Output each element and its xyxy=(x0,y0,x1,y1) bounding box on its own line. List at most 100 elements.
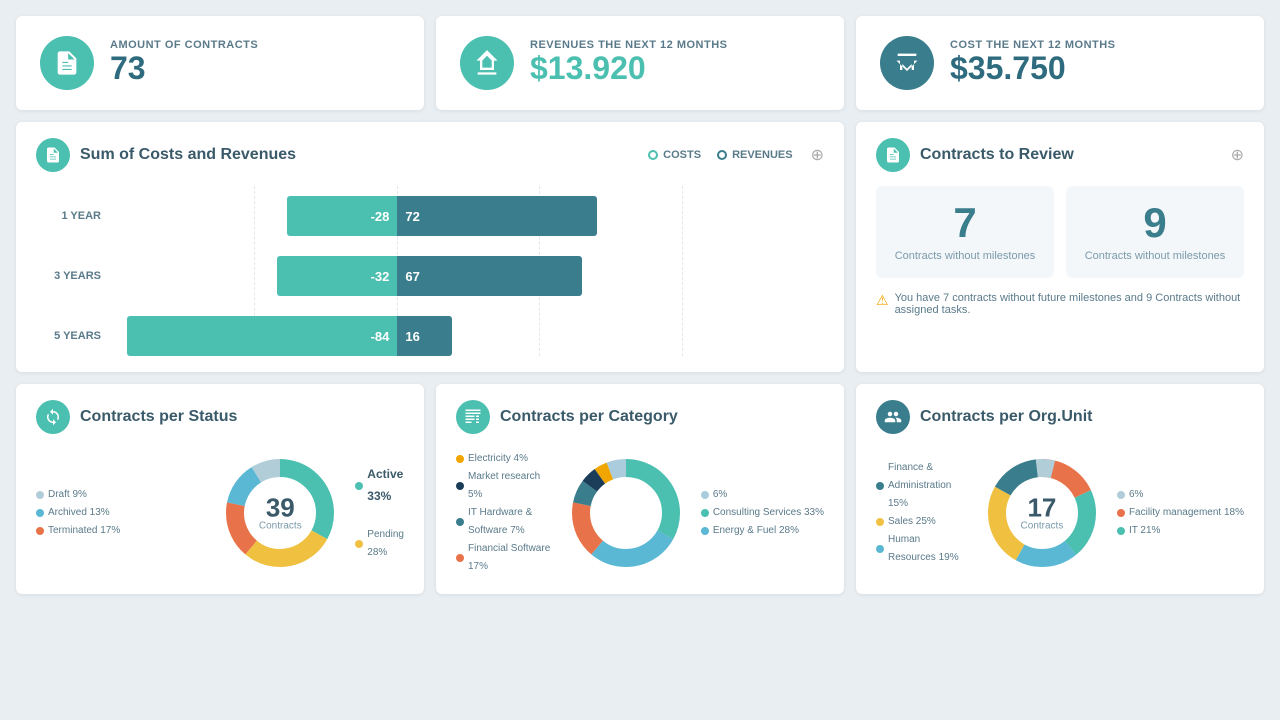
cat-other: 6% xyxy=(701,486,824,504)
review-num-9: 9 xyxy=(1082,202,1228,244)
bar-track-1year: -28 72 xyxy=(113,196,824,236)
status-center-label: Contracts xyxy=(259,521,302,532)
category-header: Contracts per Category xyxy=(456,400,824,434)
contracts-category-card: Contracts per Category Electricity 4% Ma… xyxy=(436,384,844,594)
org-facility: Facility management 18% xyxy=(1117,504,1244,522)
status-legend-pending: Pending28% xyxy=(355,526,404,562)
finance-dot xyxy=(876,482,884,490)
org-donut-center: 17 Contracts xyxy=(1021,495,1064,532)
cat-ithardware: IT Hardware & Software 7% xyxy=(456,504,551,540)
costs-revenues-icon xyxy=(36,138,70,172)
bar-label-3years: 3 YEARS xyxy=(36,270,101,282)
costs-legend: COSTS xyxy=(648,149,701,161)
contracts-status-card: Contracts per Status Draft 9% Archived 1… xyxy=(16,384,424,594)
costs-legend-label: COSTS xyxy=(663,149,701,161)
dashboard: AMOUNT OF CONTRACTS 73 REVENUES THE NEXT… xyxy=(16,16,1264,594)
revenues-legend-dot xyxy=(717,150,727,160)
consulting-label: Consulting Services 33% xyxy=(713,504,824,522)
energy-label: Energy & Fuel 28% xyxy=(713,522,799,540)
facility-dot xyxy=(1117,509,1125,517)
org-it: IT 21% xyxy=(1117,522,1244,540)
review-title: Contracts to Review xyxy=(920,146,1213,164)
bar-neg-1year: -28 xyxy=(287,196,397,236)
market-label: Market research 5% xyxy=(468,468,551,504)
org-hr: Human Resources 19% xyxy=(876,531,967,567)
pending-label: Pending28% xyxy=(367,526,404,562)
org-finance: Finance & Administration 15% xyxy=(876,459,967,513)
bar-neg-container-5years: -84 xyxy=(113,316,397,356)
review-num-7: 7 xyxy=(892,202,1038,244)
costs-revenues-title: Sum of Costs and Revenues xyxy=(80,146,638,164)
org-other-label: 6% xyxy=(1129,486,1143,504)
draft-label: Draft 9% xyxy=(48,486,87,504)
status-legend-left: Draft 9% Archived 13% Terminated 17% xyxy=(36,486,205,540)
category-legend-left: Electricity 4% Market research 5% IT Har… xyxy=(456,450,551,576)
category-donut-area: Electricity 4% Market research 5% IT Har… xyxy=(456,448,824,578)
bar-neg-container-1year: -28 xyxy=(113,196,397,236)
bar-row-3years: 3 YEARS -32 67 xyxy=(36,256,824,296)
status-header: Contracts per Status xyxy=(36,400,404,434)
bar-5years-inner: -84 16 xyxy=(113,316,824,356)
org-center-label: Contracts xyxy=(1021,521,1064,532)
bar-5years: -84 16 xyxy=(113,316,824,356)
review-warning: ⚠ You have 7 contracts without future mi… xyxy=(876,292,1244,316)
org-legend-left: Finance & Administration 15% Sales 25% H… xyxy=(876,459,967,567)
org-donut: 17 Contracts xyxy=(977,448,1107,578)
revenues-legend-label: REVENUES xyxy=(732,149,793,161)
consulting-dot xyxy=(701,509,709,517)
review-icon xyxy=(876,138,910,172)
sales-label: Sales 25% xyxy=(888,513,936,531)
org-header: Contracts per Org.Unit xyxy=(876,400,1244,434)
status-legend-right: Active33% Pending28% xyxy=(355,464,404,561)
status-donut-area: Draft 9% Archived 13% Terminated 17% xyxy=(36,448,404,578)
org-legend-right: 6% Facility management 18% IT 21% xyxy=(1117,486,1244,540)
archived-label: Archived 13% xyxy=(48,504,110,522)
facility-label: Facility management 18% xyxy=(1129,504,1244,522)
review-box-tasks: 9 Contracts without milestones xyxy=(1066,186,1244,278)
revenues-legend: REVENUES xyxy=(717,149,793,161)
energy-dot xyxy=(701,527,709,535)
kpi-revenues: REVENUES THE NEXT 12 MONTHS $13.920 xyxy=(436,16,844,110)
bar-label-5years: 5 YEARS xyxy=(36,330,101,342)
status-donut: 39 Contracts xyxy=(215,448,345,578)
bar-pos-3years: 67 xyxy=(397,256,582,296)
electricity-label: Electricity 4% xyxy=(468,450,528,468)
org-center-num: 17 xyxy=(1021,495,1064,521)
terminated-dot xyxy=(36,527,44,535)
electricity-dot xyxy=(456,455,464,463)
sales-dot xyxy=(876,518,884,526)
review-desc-9: Contracts without milestones xyxy=(1082,250,1228,262)
kpi-revenues-value: $13.920 xyxy=(530,51,727,86)
bar-pos-container-5years: 16 xyxy=(397,316,824,356)
finance-label: Finance & Administration 15% xyxy=(888,459,967,513)
draft-dot xyxy=(36,491,44,499)
contracts-org-card: Contracts per Org.Unit Finance & Adminis… xyxy=(856,384,1264,594)
bar-row-5years: 5 YEARS -84 16 xyxy=(36,316,824,356)
review-crosshair-icon[interactable]: ⊕ xyxy=(1231,145,1244,165)
warning-icon: ⚠ xyxy=(876,292,889,309)
kpi-contracts-text: AMOUNT OF CONTRACTS 73 xyxy=(110,39,258,86)
org-donut-area: Finance & Administration 15% Sales 25% H… xyxy=(876,448,1244,578)
hr-dot xyxy=(876,545,884,553)
crosshair-icon[interactable]: ⊕ xyxy=(811,145,824,165)
ithardware-dot xyxy=(456,518,464,526)
bar-pos-5years: 16 xyxy=(397,316,452,356)
contracts-icon xyxy=(40,36,94,90)
category-legend-right: 6% Consulting Services 33% Energy & Fuel… xyxy=(701,486,824,540)
terminated-label: Terminated 17% xyxy=(48,522,120,540)
kpi-contracts-value: 73 xyxy=(110,51,258,86)
org-other-dot xyxy=(1117,491,1125,499)
status-center-num: 39 xyxy=(259,495,302,521)
contracts-review-card: Contracts to Review ⊕ 7 Contracts withou… xyxy=(856,122,1264,372)
kpi-costs-text: COST THE NEXT 12 MONTHS $35.750 xyxy=(950,39,1116,86)
org-icon xyxy=(876,400,910,434)
status-legend-draft: Draft 9% xyxy=(36,486,205,504)
revenues-icon xyxy=(460,36,514,90)
bar-label-1year: 1 YEAR xyxy=(36,210,101,222)
category-icon xyxy=(456,400,490,434)
review-desc-7: Contracts without milestones xyxy=(892,250,1038,262)
bar-pos-1year: 72 xyxy=(397,196,597,236)
category-donut-svg xyxy=(561,448,691,578)
hr-label: Human Resources 19% xyxy=(888,531,967,567)
active-label: Active33% xyxy=(367,464,403,507)
